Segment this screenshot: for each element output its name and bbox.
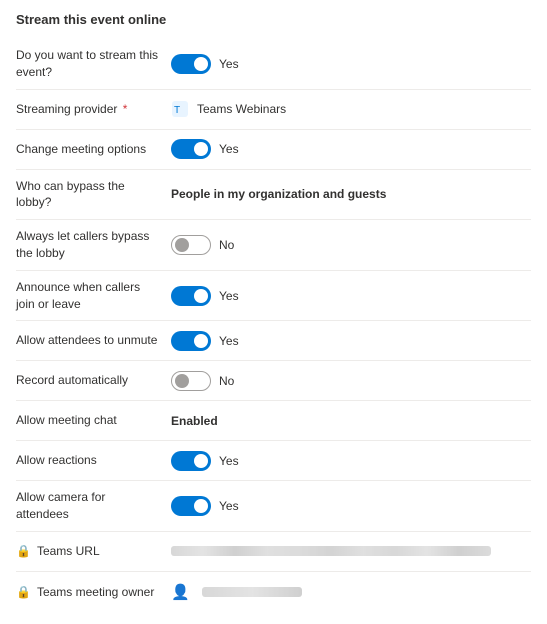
value-stream-event: Yes	[171, 54, 531, 74]
value-record-automatically: No	[171, 371, 531, 391]
row-record-automatically: Record automatically No	[16, 361, 531, 401]
toggle-announce-callers-label: Yes	[219, 289, 239, 303]
value-always-callers-bypass: No	[171, 235, 531, 255]
value-allow-camera: Yes	[171, 496, 531, 516]
label-always-callers-bypass: Always let callers bypass the lobby	[16, 228, 171, 262]
lock-icon-2: 🔒	[16, 584, 31, 601]
value-allow-reactions: Yes	[171, 451, 531, 471]
value-change-meeting-options: Yes	[171, 139, 531, 159]
label-teams-url: 🔒 Teams URL	[16, 543, 171, 560]
value-meeting-chat: Enabled	[171, 414, 531, 428]
teams-owner-name-value	[202, 587, 302, 597]
label-allow-camera: Allow camera for attendees	[16, 489, 171, 523]
row-stream-event: Do you want to stream this event? Yes	[16, 39, 531, 90]
toggle-always-callers-bypass[interactable]	[171, 235, 211, 255]
row-allow-camera: Allow camera for attendees Yes	[16, 481, 531, 532]
label-announce-callers: Announce when callers join or leave	[16, 279, 171, 313]
value-bypass-lobby: People in my organization and guests	[171, 187, 531, 201]
main-container: Stream this event online Do you want to …	[0, 0, 547, 624]
value-teams-url	[171, 546, 531, 556]
row-teams-meeting-owner: 🔒 Teams meeting owner 👤	[16, 572, 531, 612]
svg-text:T: T	[174, 105, 180, 116]
label-allow-unmute: Allow attendees to unmute	[16, 332, 171, 349]
toggle-allow-unmute-label: Yes	[219, 334, 239, 348]
lock-icon: 🔒	[16, 543, 31, 560]
row-bypass-lobby: Who can bypass the lobby? People in my o…	[16, 170, 531, 221]
teams-url-text: Teams URL	[37, 543, 100, 560]
toggle-announce-callers[interactable]	[171, 286, 211, 306]
toggle-change-meeting-options-label: Yes	[219, 142, 239, 156]
toggle-allow-camera-label: Yes	[219, 499, 239, 513]
toggle-record-automatically-label: No	[219, 374, 234, 388]
label-change-meeting-options: Change meeting options	[16, 141, 171, 158]
value-teams-meeting-owner: 👤	[171, 583, 531, 601]
label-streaming-provider: Streaming provider *	[16, 101, 171, 118]
row-teams-url: 🔒 Teams URL	[16, 532, 531, 572]
label-record-automatically: Record automatically	[16, 372, 171, 389]
row-always-callers-bypass: Always let callers bypass the lobby No	[16, 220, 531, 271]
value-announce-callers: Yes	[171, 286, 531, 306]
teams-url-value	[171, 546, 491, 556]
row-streaming-provider: Streaming provider * T Teams Webinars	[16, 90, 531, 130]
person-icon: 👤	[171, 583, 190, 601]
value-allow-unmute: Yes	[171, 331, 531, 351]
toggle-stream-event[interactable]	[171, 54, 211, 74]
toggle-allow-reactions[interactable]	[171, 451, 211, 471]
row-allow-reactions: Allow reactions Yes	[16, 441, 531, 481]
teams-webinar-icon: T	[171, 100, 189, 118]
label-stream-event: Do you want to stream this event?	[16, 47, 171, 81]
value-streaming-provider: T Teams Webinars	[171, 100, 531, 118]
row-allow-unmute: Allow attendees to unmute Yes	[16, 321, 531, 361]
streaming-provider-name: Teams Webinars	[197, 102, 286, 116]
row-meeting-chat: Allow meeting chat Enabled	[16, 401, 531, 441]
toggle-allow-reactions-label: Yes	[219, 454, 239, 468]
toggle-stream-event-label: Yes	[219, 57, 239, 71]
label-allow-reactions: Allow reactions	[16, 452, 171, 469]
toggle-record-automatically[interactable]	[171, 371, 211, 391]
toggle-change-meeting-options[interactable]	[171, 139, 211, 159]
row-change-meeting-options: Change meeting options Yes	[16, 130, 531, 170]
label-bypass-lobby: Who can bypass the lobby?	[16, 178, 171, 212]
required-star: *	[123, 102, 128, 116]
teams-meeting-owner-text: Teams meeting owner	[37, 584, 154, 601]
label-meeting-chat: Allow meeting chat	[16, 412, 171, 429]
page-title: Stream this event online	[16, 12, 531, 27]
toggle-allow-unmute[interactable]	[171, 331, 211, 351]
toggle-always-callers-bypass-label: No	[219, 238, 234, 252]
toggle-allow-camera[interactable]	[171, 496, 211, 516]
label-teams-meeting-owner: 🔒 Teams meeting owner	[16, 584, 171, 601]
row-announce-callers: Announce when callers join or leave Yes	[16, 271, 531, 322]
